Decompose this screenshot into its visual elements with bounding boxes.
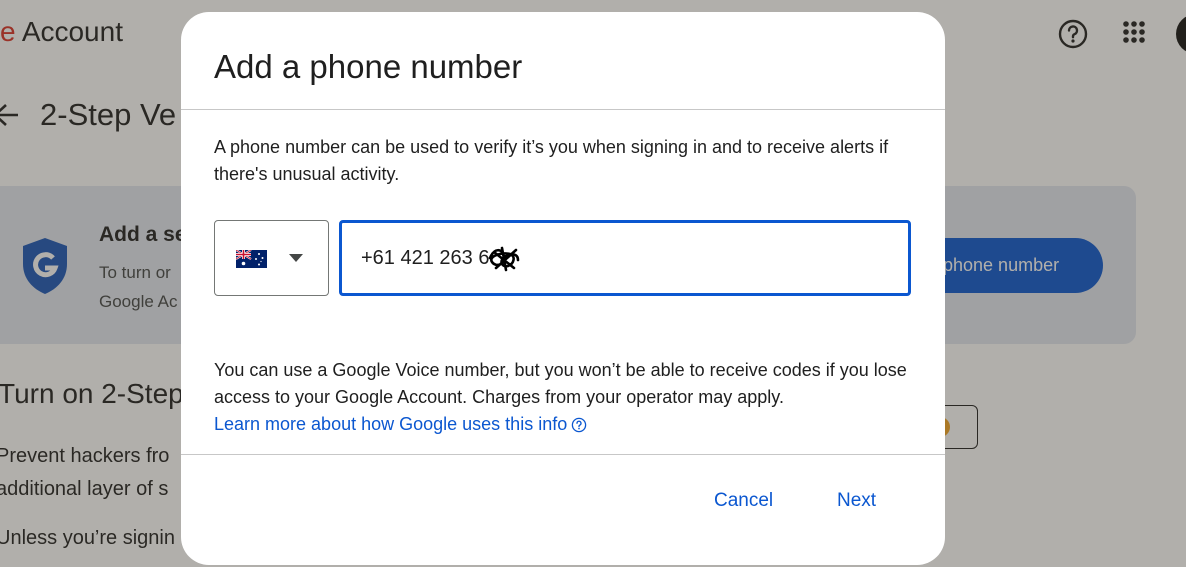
add-phone-dialog: Add a phone number A phone number can be… (181, 12, 945, 565)
phone-number-input[interactable] (339, 220, 911, 296)
dialog-description: A phone number can be used to verify it’… (214, 137, 889, 184)
divider (181, 454, 945, 455)
country-select[interactable] (214, 220, 329, 296)
google-voice-note: You can use a Google Voice number, but y… (214, 360, 907, 407)
australia-flag-icon (236, 250, 267, 268)
dialog-title: Add a phone number (214, 48, 523, 85)
learn-more-link[interactable]: Learn more about how Google uses this in… (214, 411, 587, 438)
cancel-button[interactable]: Cancel (714, 490, 773, 512)
redaction-scribble (488, 246, 520, 272)
divider (181, 109, 945, 110)
next-button[interactable]: Next (837, 490, 876, 512)
learn-more-label: Learn more about how Google uses this in… (214, 414, 568, 434)
caret-down-icon (289, 254, 303, 262)
info-icon (571, 417, 587, 432)
